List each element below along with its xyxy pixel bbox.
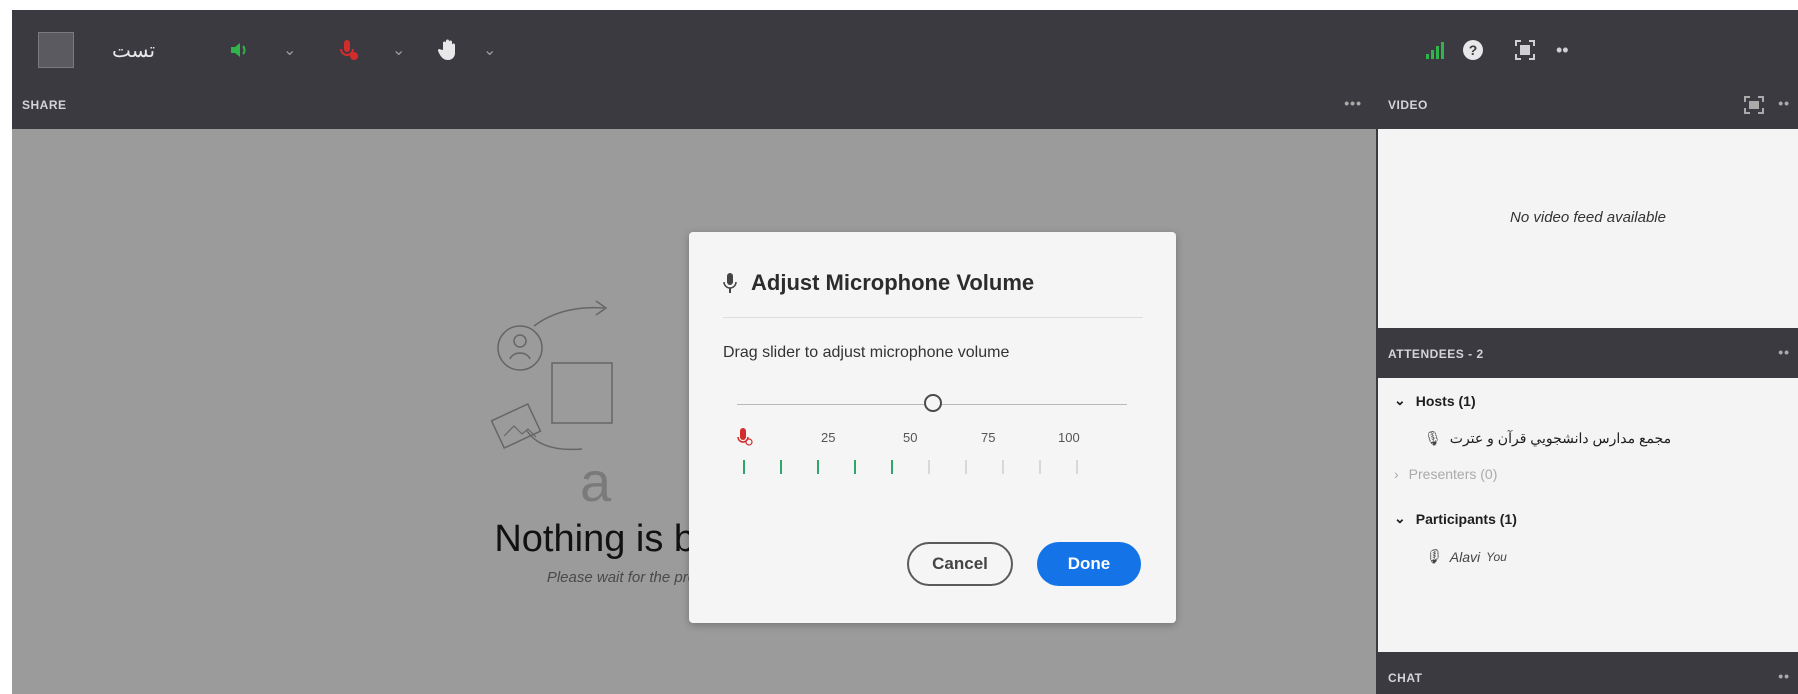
- share-pod-title: SHARE: [22, 98, 67, 112]
- microphone-icon[interactable]: [338, 32, 360, 68]
- meter-bar: [1076, 460, 1078, 474]
- attendees-pod-title: ATTENDEES - 2: [1388, 347, 1484, 361]
- speaker-chevron-down-icon[interactable]: ⌄: [283, 32, 296, 68]
- done-button[interactable]: Done: [1037, 542, 1141, 586]
- video-message: No video feed available: [1510, 209, 1666, 226]
- adobe-connect-window: تست ⌄ ⌄ ⌄ ? •• SHARE ••• a Nothing is Pl…: [0, 0, 1798, 694]
- meter-bar: [817, 460, 819, 474]
- svg-text:a: a: [580, 450, 612, 511]
- top-toolbar: تست ⌄ ⌄ ⌄ ? ••: [0, 0, 1798, 81]
- meter-bar: [780, 460, 782, 474]
- microphone-icon: 🎙: [1424, 430, 1442, 446]
- meter-bar: [965, 460, 967, 474]
- participant-you-label: You: [1486, 549, 1507, 564]
- participant-row[interactable]: 🎙 Alavi You: [1424, 548, 1507, 565]
- scale-label-25: 25: [821, 430, 836, 445]
- fullscreen-icon[interactable]: [1514, 32, 1536, 68]
- dialog-instruction: Drag slider to adjust microphone volume: [723, 344, 1010, 361]
- cancel-button[interactable]: Cancel: [907, 542, 1013, 586]
- attendees-pod-menu[interactable]: ••: [1778, 344, 1790, 360]
- chat-pod-title: CHAT: [1388, 671, 1423, 685]
- video-pod-menu[interactable]: ••: [1778, 95, 1790, 111]
- help-icon[interactable]: ?: [1462, 32, 1484, 68]
- group-presenters[interactable]: › Presenters (0): [1394, 466, 1497, 482]
- signal-icon: [1424, 32, 1446, 68]
- video-pod-title: VIDEO: [1388, 98, 1428, 112]
- attendees-pod-header: ATTENDEES - 2 ••: [1378, 330, 1798, 378]
- meeting-title: تست: [112, 39, 156, 62]
- dialog-title: Adjust Microphone Volume: [751, 270, 1035, 295]
- share-pod-menu[interactable]: •••: [1344, 95, 1362, 111]
- chat-pod: CHAT ••: [1378, 654, 1798, 694]
- chevron-right-icon: ›: [1394, 466, 1399, 482]
- meter-bar: [743, 460, 745, 474]
- share-pod-header: SHARE •••: [12, 81, 1376, 129]
- raise-hand-icon[interactable]: [438, 32, 460, 68]
- microphone-muted-icon: [737, 428, 753, 446]
- video-fullscreen-icon[interactable]: [1744, 96, 1764, 114]
- microphone-icon: [723, 273, 737, 293]
- dialog-header: Adjust Microphone Volume: [723, 270, 1034, 296]
- dialog-divider: [723, 317, 1143, 318]
- chat-pod-menu[interactable]: ••: [1778, 668, 1790, 684]
- scale-label-75: 75: [981, 430, 996, 445]
- hand-chevron-down-icon[interactable]: ⌄: [483, 32, 496, 68]
- speaker-icon[interactable]: [228, 32, 250, 68]
- window-edge: [0, 0, 12, 694]
- chevron-down-icon: ⌄: [1394, 392, 1406, 408]
- participant-name: Alavi: [1449, 548, 1481, 565]
- meter-bar: [928, 460, 930, 474]
- layout-icon[interactable]: [38, 32, 74, 68]
- chat-pod-header: CHAT ••: [1378, 654, 1798, 694]
- attendees-pod: ATTENDEES - 2 •• ⌄ Hosts (1) 🎙 مجمع مدار…: [1378, 330, 1798, 652]
- group-label: Presenters (0): [1408, 466, 1498, 482]
- svg-text:?: ?: [1469, 42, 1478, 58]
- group-hosts[interactable]: ⌄ Hosts (1): [1394, 392, 1476, 409]
- meter-bar: [1039, 460, 1041, 474]
- group-label: Participants (1): [1415, 510, 1517, 527]
- video-pod: VIDEO •• No video feed available: [1378, 81, 1798, 328]
- more-icon[interactable]: ••: [1556, 32, 1569, 68]
- meter-bar: [891, 460, 893, 474]
- microphone-muted-icon: 🎙: [1424, 548, 1442, 564]
- volume-slider-thumb[interactable]: [924, 394, 942, 412]
- group-participants[interactable]: ⌄ Participants (1): [1394, 510, 1517, 527]
- adjust-microphone-dialog: Adjust Microphone Volume Drag slider to …: [689, 232, 1176, 623]
- meter-bar: [854, 460, 856, 474]
- scale-label-100: 100: [1058, 430, 1080, 445]
- meter-bar: [1002, 460, 1004, 474]
- video-pod-header: VIDEO ••: [1378, 81, 1798, 129]
- microphone-chevron-down-icon[interactable]: ⌄: [392, 32, 405, 68]
- share-illustration-icon: a: [490, 300, 613, 511]
- chevron-down-icon: ⌄: [1394, 510, 1406, 526]
- group-label: Hosts (1): [1415, 392, 1476, 409]
- scale-label-50: 50: [903, 430, 918, 445]
- host-name: مجمع مدارس دانشجويي قرآن و عترت: [1449, 430, 1672, 446]
- host-row[interactable]: 🎙 مجمع مدارس دانشجويي قرآن و عترت: [1424, 430, 1671, 447]
